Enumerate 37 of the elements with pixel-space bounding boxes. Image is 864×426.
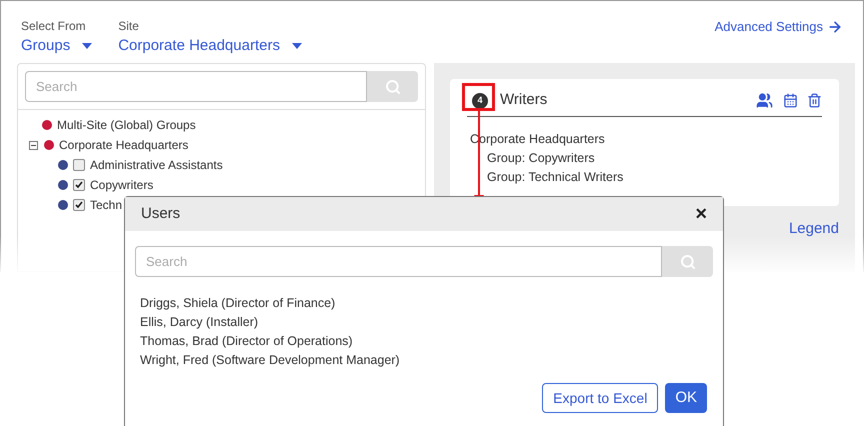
tree-item[interactable]: Corporate Headquarters: [59, 136, 188, 154]
tree-item[interactable]: Techn: [90, 196, 122, 214]
groups-dropdown[interactable]: Groups: [21, 35, 92, 58]
user-entry: Driggs, Shiela (Director of Finance): [140, 295, 336, 312]
legend-link[interactable]: Legend: [788, 218, 839, 240]
close-button[interactable]: ×: [695, 204, 707, 224]
advanced-settings-link[interactable]: Advanced Settings: [714, 17, 843, 36]
search-field[interactable]: Search: [25, 71, 367, 102]
search-icon: [680, 254, 696, 270]
user-entry: Thomas, Brad (Director of Operations): [140, 333, 354, 350]
site-dropdown[interactable]: Corporate Headquarters: [118, 35, 302, 58]
trash-icon[interactable]: [807, 93, 822, 108]
group-entry: Group: Copywriters: [487, 150, 596, 167]
search-icon: [384, 78, 400, 94]
checkbox[interactable]: [73, 159, 85, 171]
ok-button[interactable]: OK: [665, 383, 707, 413]
checkbox[interactable]: [73, 179, 85, 191]
export-button[interactable]: Export to Excel: [542, 383, 658, 413]
users-icon[interactable]: [756, 92, 773, 109]
checkbox[interactable]: [73, 199, 85, 211]
collapse-toggle[interactable]: [29, 140, 38, 150]
calendar-icon[interactable]: [783, 93, 798, 108]
user-entry: Ellis, Darcy (Installer): [140, 314, 260, 331]
dialog-title: Users: [141, 204, 180, 224]
group-title: Writers: [500, 90, 548, 110]
tree-item[interactable]: Administrative Assistants: [90, 156, 223, 174]
tree-item[interactable]: Copywriters: [90, 176, 154, 194]
count-badge[interactable]: 4: [472, 92, 488, 108]
field-label: Select From: [21, 18, 87, 35]
field-label: Site: [118, 18, 140, 35]
group-entry: Group: Technical Writers: [487, 169, 624, 186]
caret-icon: [292, 43, 302, 50]
annotation-box: [462, 83, 495, 111]
user-entry: Wright, Fred (Software Development Manager): [140, 352, 401, 369]
search-field[interactable]: Search: [135, 246, 662, 277]
caret-icon: [82, 43, 92, 50]
tree-item[interactable]: Multi-Site (Global) Groups: [57, 116, 196, 134]
